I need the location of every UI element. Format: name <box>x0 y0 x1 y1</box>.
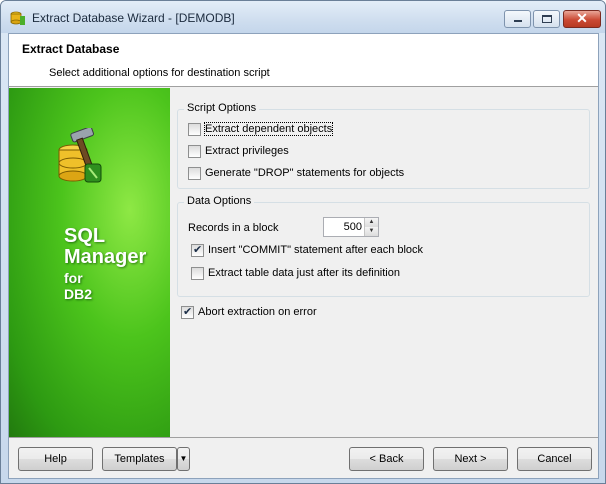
database-hammer-icon <box>58 128 102 183</box>
sidebar-banner: SQL Manager for DB2 <box>9 88 170 437</box>
product-line-db2: DB2 <box>64 286 93 302</box>
records-in-block-value[interactable]: 500 <box>344 221 362 233</box>
extract-table-data-label[interactable]: Extract table data just after its defini… <box>208 267 400 279</box>
extract-dependent-checkbox[interactable] <box>188 123 201 136</box>
records-in-block-spinner[interactable]: 500 ▲ ▼ <box>323 217 379 237</box>
close-button[interactable]: ✕ <box>563 10 601 28</box>
product-line-sql: SQL <box>64 225 106 247</box>
generate-drop-label[interactable]: Generate "DROP" statements for objects <box>205 167 404 179</box>
insert-commit-label[interactable]: Insert "COMMIT" statement after each blo… <box>208 244 423 256</box>
spin-up-icon[interactable]: ▲ <box>364 218 378 227</box>
generate-drop-checkbox[interactable] <box>188 167 201 180</box>
wizard-window: Extract Database Wizard - [DEMODB] ✕ Ext… <box>0 0 606 484</box>
maximize-icon <box>542 15 552 23</box>
maximize-button[interactable] <box>533 10 560 28</box>
wizard-header: Extract Database Select additional optio… <box>9 34 598 87</box>
help-button[interactable]: Help <box>18 447 93 471</box>
data-options-label: Data Options <box>184 195 255 207</box>
product-line-for: for <box>64 270 83 286</box>
window-title: Extract Database Wizard - [DEMODB] <box>32 11 235 25</box>
minimize-button[interactable] <box>504 10 531 28</box>
extract-table-data-checkbox[interactable] <box>191 267 204 280</box>
minimize-icon <box>514 20 522 22</box>
footer-divider <box>9 437 598 438</box>
insert-commit-checkbox[interactable] <box>191 243 204 257</box>
extract-dependent-label[interactable]: Extract dependent objects <box>203 122 334 136</box>
back-button[interactable]: < Back <box>349 447 424 471</box>
wizard-body: Extract Database Select additional optio… <box>8 33 599 479</box>
page-subtitle: Select additional options for destinatio… <box>49 67 270 79</box>
close-icon: ✕ <box>576 10 588 26</box>
cancel-button[interactable]: Cancel <box>517 447 592 471</box>
script-options-label: Script Options <box>184 102 260 114</box>
product-line-manager: Manager <box>64 246 147 268</box>
abort-on-error-checkbox[interactable] <box>181 305 194 319</box>
extract-privileges-checkbox[interactable] <box>188 145 201 158</box>
product-name: SQL Manager for DB2 <box>64 226 146 302</box>
spin-down-icon[interactable]: ▼ <box>364 227 378 236</box>
title-bar[interactable]: Extract Database Wizard - [DEMODB] ✕ <box>1 1 605 33</box>
abort-on-error-label[interactable]: Abort extraction on error <box>198 306 317 318</box>
templates-dropdown-icon[interactable]: ▼ <box>177 447 190 471</box>
records-in-block-label: Records in a block <box>188 222 279 234</box>
app-icon <box>10 11 25 25</box>
templates-button[interactable]: Templates <box>102 447 177 471</box>
next-button[interactable]: Next > <box>433 447 508 471</box>
page-title: Extract Database <box>22 42 120 56</box>
extract-privileges-label[interactable]: Extract privileges <box>205 145 289 157</box>
